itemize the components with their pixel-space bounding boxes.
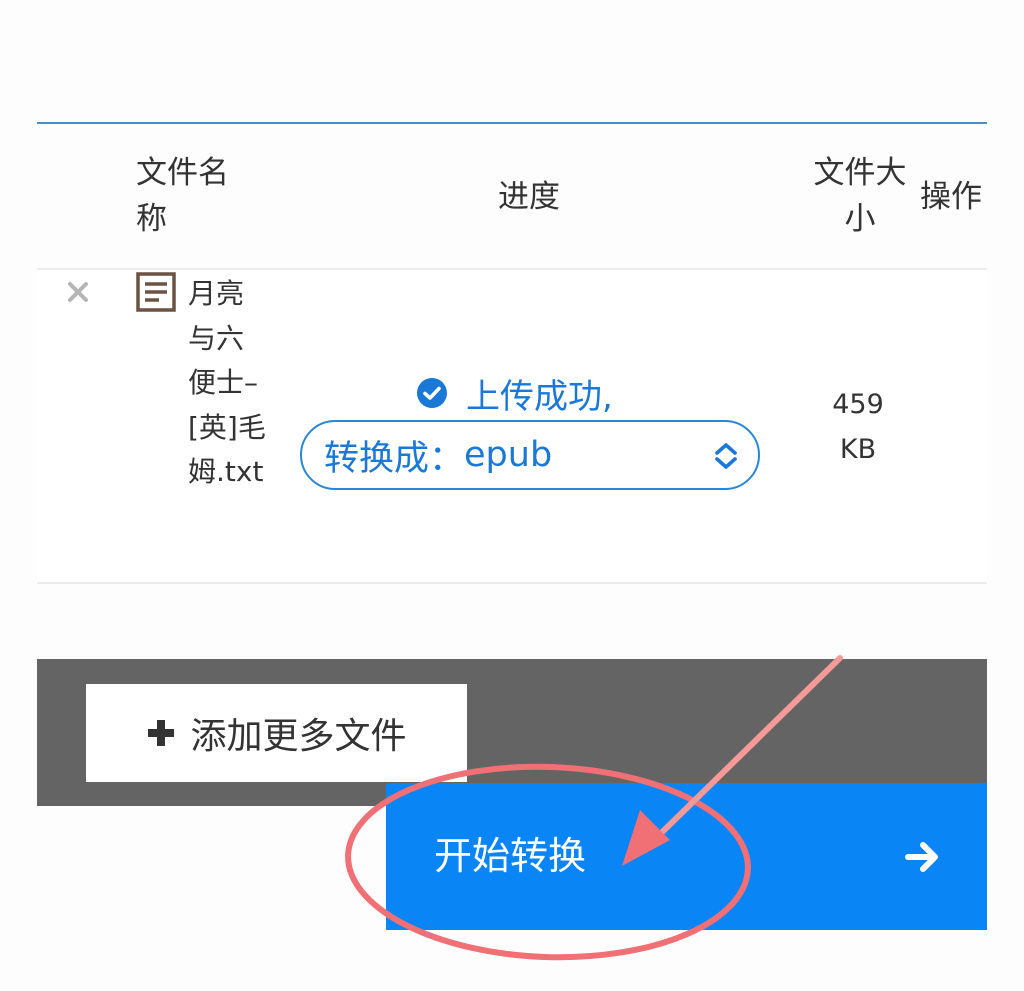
column-header-name: 文件名称	[136, 155, 229, 237]
add-more-files-label: 添加更多文件	[190, 716, 407, 757]
text-file-icon	[136, 272, 176, 312]
start-conversion-label: 开始转换	[434, 834, 587, 878]
convert-format-value: epub	[464, 435, 553, 475]
file-size: 459 KB	[832, 389, 884, 465]
start-conversion-button[interactable]: 开始转换	[386, 783, 987, 930]
column-header-size: 文件大小	[813, 155, 907, 237]
column-header-progress: 进度	[498, 179, 560, 215]
plus-icon	[148, 720, 175, 746]
convert-format-label: 转换成：	[324, 438, 465, 479]
add-more-files-button[interactable]: 添加更多文件	[86, 684, 467, 782]
convert-format-select[interactable]: 转换成： epub	[300, 420, 760, 490]
chevron-updown-icon	[715, 443, 737, 469]
upload-status: 上传成功,	[416, 370, 613, 417]
check-circle-icon	[417, 378, 447, 408]
upload-status-text: 上传成功,	[466, 376, 613, 417]
row-divider	[37, 582, 987, 584]
table-top-border	[37, 122, 987, 124]
close-icon[interactable]	[66, 280, 90, 304]
arrow-right-icon	[905, 842, 938, 872]
file-name: 月亮与六便士–[英]毛姆.txt	[188, 277, 266, 489]
column-header-action: 操作	[920, 179, 982, 215]
